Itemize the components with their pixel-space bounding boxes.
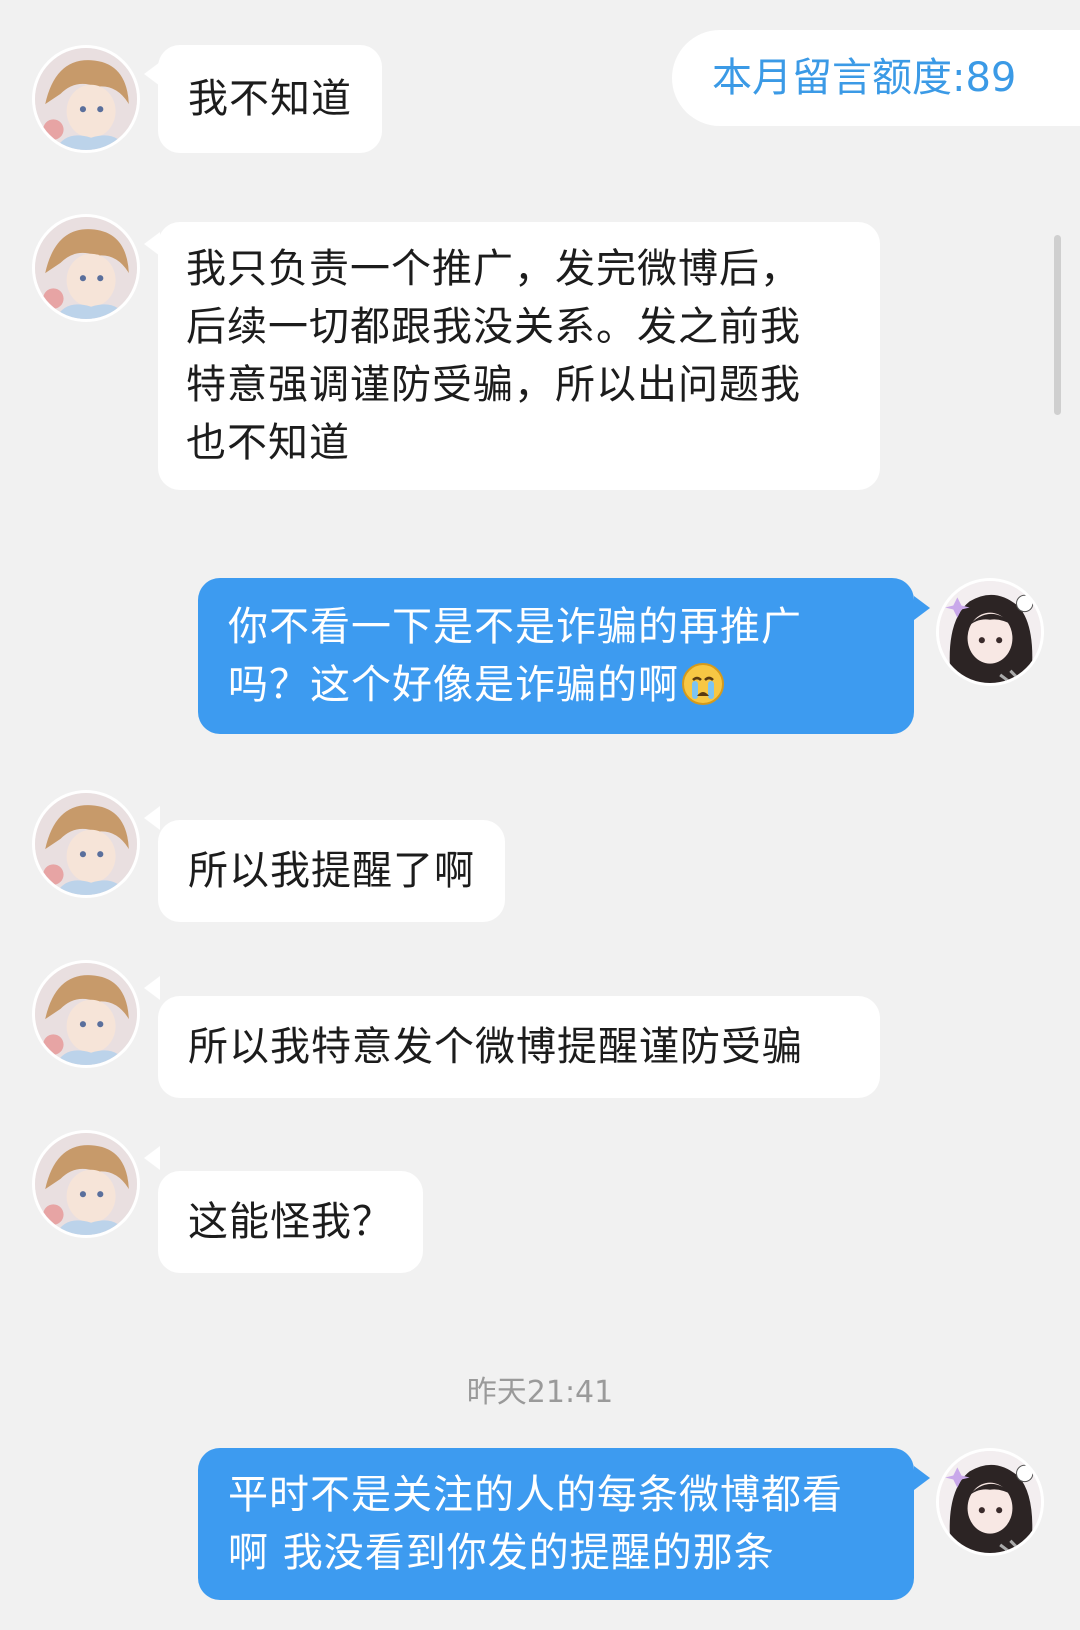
message-text-line: 我只负责一个推广，发完微博后， [186,246,801,292]
contact-avatar[interactable] [32,960,140,1068]
message-text-line: 特意强调谨防受骗，所以出问题我 [186,362,801,408]
bubble-tail [144,1146,160,1170]
message-text-line: 所以我特意发个微博提醒谨防受骗 [188,1024,803,1070]
message-text-line: 啊 我没看到你发的提醒的那条 [228,1530,775,1576]
bubble-tail [144,806,160,830]
outgoing-message-bubble[interactable]: 平时不是关注的人的每条微博都看 啊 我没看到你发的提醒的那条 [198,1448,914,1600]
incoming-message-bubble[interactable]: 所以我提醒了啊 [158,820,505,922]
contact-avatar[interactable] [32,790,140,898]
contact-avatar[interactable] [32,45,140,153]
incoming-message-bubble[interactable]: 这能怪我？ [158,1171,423,1273]
message-text-line: 后续一切都跟我没关系。发之前我 [186,304,801,350]
crying-face-icon [681,662,725,706]
message-text-line: 吗？这个好像是诈骗的啊 [228,656,884,714]
incoming-message-bubble[interactable]: 我不知道 [158,45,382,153]
contact-avatar[interactable] [32,1130,140,1238]
incoming-message-bubble[interactable]: 所以我特意发个微博提醒谨防受骗 [158,996,880,1098]
message-text-line: 平时不是关注的人的每条微博都看 [228,1472,843,1518]
message-timestamp: 昨天21:41 [466,1375,614,1410]
message-text-line: 你不看一下是不是诈骗的再推广 [228,604,802,650]
user-avatar[interactable] [936,1448,1044,1556]
outgoing-message-bubble[interactable]: 你不看一下是不是诈骗的再推广 吗？这个好像是诈骗的啊 [198,578,914,734]
message-text-line: 也不知道 [186,420,350,466]
bubble-tail [914,1466,930,1490]
message-text-line: 这能怪我？ [188,1199,393,1245]
bubble-tail [144,976,160,1000]
user-avatar[interactable] [936,578,1044,686]
message-text-line: 所以我提醒了啊 [188,848,475,894]
incoming-message-bubble[interactable]: 我只负责一个推广，发完微博后， 后续一切都跟我没关系。发之前我 特意强调谨防受骗… [158,222,880,490]
bubble-tail [914,596,930,620]
scrollbar[interactable] [1054,235,1061,415]
contact-avatar[interactable] [32,214,140,322]
message-quota-badge: 本月留言额度:89 [672,30,1080,126]
message-text-line: 我不知道 [188,76,352,122]
